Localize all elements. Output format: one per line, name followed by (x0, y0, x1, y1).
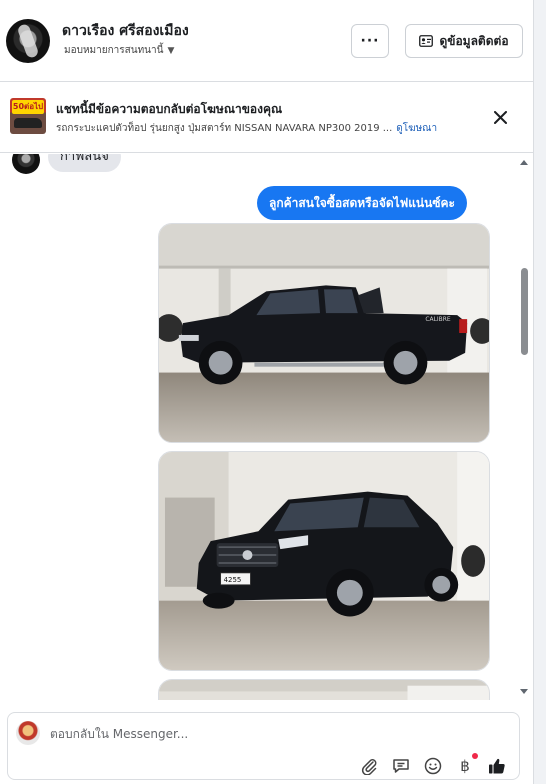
reply-input[interactable] (50, 725, 490, 743)
incoming-message[interactable]: กาฟสนจ (48, 154, 121, 172)
car-photo-partial[interactable] (158, 679, 490, 700)
car-photo-front[interactable]: 4255 (158, 451, 490, 671)
chat-scrollbar[interactable] (517, 154, 531, 700)
reply-composer: ฿ (7, 712, 520, 780)
window-edge (533, 0, 546, 784)
notification-dot (472, 753, 478, 759)
ad-thumbnail[interactable]: 50ต่อไป (10, 98, 46, 134)
view-ad-link[interactable]: ดูโฆษณา (396, 121, 437, 136)
ad-thumbnail-badge: 50ต่อไป (12, 100, 44, 114)
close-icon[interactable] (490, 107, 510, 127)
more-options-button[interactable]: ··· (351, 24, 389, 58)
tailgate-text: CALIBRE (425, 316, 451, 323)
sender-avatar (12, 154, 40, 174)
chevron-down-icon: ▼ (167, 45, 175, 56)
ad-reply-banner: 50ต่อไป แชทนี้มีข้อความตอบกลับต่อโฆษณาขอ… (0, 83, 533, 153)
composer-toolbar: ฿ (359, 753, 507, 777)
ad-banner-subtitle: รถกระบะแคปตัวท็อป รุ่นยกสูง ปุ่มสตาร์ท N… (56, 121, 437, 136)
ad-banner-title: แชทนี้มีข้อความตอบกลับต่อโฆษณาของคุณ (56, 102, 283, 116)
page-avatar (16, 721, 40, 745)
contact-name[interactable]: ดาวเรือง ศรีสองเมือง (62, 20, 189, 42)
view-contact-button[interactable]: ดูข้อมูลติดต่อ (405, 24, 523, 58)
ad-description: รถกระบะแคปตัวท็อป รุ่นยกสูง ปุ่มสตาร์ท N… (56, 123, 393, 134)
view-contact-label: ดูข้อมูลติดต่อ (439, 33, 509, 48)
conversation-header: ดาวเรือง ศรีสองเมือง มอบหมายการสนทนานี้ … (0, 0, 533, 82)
contact-avatar[interactable] (6, 19, 50, 63)
message-thread[interactable]: กาฟสนจ ลูกค้าสนใจซื้อสดหรือจัดไฟแน่นซ์คะ (0, 154, 533, 700)
contact-card-icon (419, 35, 434, 47)
like-icon[interactable] (487, 756, 507, 776)
scrollbar-thumb[interactable] (521, 268, 528, 355)
outgoing-message[interactable]: ลูกค้าสนใจซื้อสดหรือจัดไฟแน่นซ์คะ (257, 186, 467, 220)
license-plate-text: 4255 (224, 576, 242, 584)
emoji-icon[interactable] (423, 756, 443, 776)
saved-replies-icon[interactable] (391, 756, 411, 776)
scroll-down-icon[interactable] (519, 688, 529, 696)
car-photo-side[interactable]: CALIBRE (158, 223, 490, 443)
assign-label: มอบหมายการสนทนานี้ (64, 45, 164, 56)
assign-conversation-dropdown[interactable]: มอบหมายการสนทนานี้ ▼ (64, 43, 174, 58)
payment-icon[interactable]: ฿ (455, 753, 478, 776)
baht-symbol: ฿ (460, 757, 470, 775)
attachment-icon[interactable] (359, 756, 379, 776)
ad-car-image (14, 118, 42, 128)
scroll-up-icon[interactable] (519, 158, 529, 166)
